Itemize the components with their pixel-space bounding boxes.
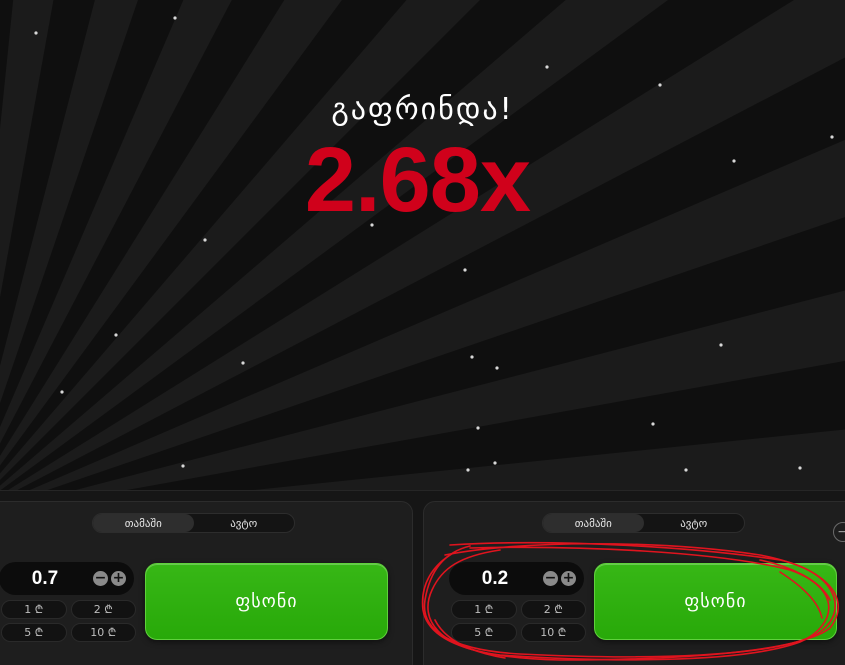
quick-bet-grid: 1 ₾ 2 ₾ 5 ₾ 10 ₾ bbox=[451, 600, 586, 642]
star-dot bbox=[181, 464, 185, 468]
increase-bet-button[interactable]: + bbox=[111, 571, 126, 586]
game-canvas: გაფრინდა! 2.68x bbox=[0, 0, 845, 490]
quick-bet-1-button[interactable]: 1 ₾ bbox=[1, 600, 67, 619]
crash-multiplier: 2.68x bbox=[304, 129, 531, 231]
star-dot bbox=[241, 361, 245, 365]
quick-bet-grid: 1 ₾ 2 ₾ 5 ₾ 10 ₾ bbox=[1, 600, 136, 642]
star-dot bbox=[114, 333, 118, 337]
tab-play[interactable]: თამაში bbox=[543, 514, 644, 532]
star-dot bbox=[495, 366, 499, 370]
quick-bet-1-button[interactable]: 1 ₾ bbox=[451, 600, 517, 619]
flew-away-label: გაფრინდა! bbox=[331, 92, 514, 127]
bet-amount-value: 0.7 bbox=[31, 568, 59, 589]
star-dot bbox=[798, 466, 802, 470]
star-dot bbox=[470, 355, 474, 359]
place-bet-button[interactable]: ფსონი bbox=[594, 563, 837, 640]
bet-amount-field[interactable]: 0.7 − + bbox=[0, 562, 134, 595]
bet-panel-1: თამაში ავტო 0.7 − + 1 ₾ 2 ₾ 5 ₾ 10 ₾ ფსო… bbox=[0, 501, 413, 665]
star-dot bbox=[651, 422, 655, 426]
quick-bet-10-button[interactable]: 10 ₾ bbox=[70, 623, 136, 642]
bet-amount-field[interactable]: 0.2 − + bbox=[449, 562, 584, 595]
increase-bet-button[interactable]: + bbox=[561, 571, 576, 586]
tab-play[interactable]: თამაში bbox=[93, 514, 194, 532]
decrease-bet-button[interactable]: − bbox=[543, 571, 558, 586]
tab-auto[interactable]: ავტო bbox=[194, 514, 295, 532]
quick-bet-5-button[interactable]: 5 ₾ bbox=[451, 623, 517, 642]
star-dot bbox=[719, 343, 723, 347]
remove-panel-icon[interactable]: − bbox=[833, 522, 845, 542]
decrease-bet-button[interactable]: − bbox=[93, 571, 108, 586]
mode-toggle: თამაში ავტო bbox=[542, 513, 745, 533]
quick-bet-5-button[interactable]: 5 ₾ bbox=[1, 623, 67, 642]
bet-controls-area: თამაში ავტო 0.7 − + 1 ₾ 2 ₾ 5 ₾ 10 ₾ ფსო… bbox=[0, 490, 845, 665]
star-dot bbox=[545, 65, 549, 69]
star-dot bbox=[658, 83, 662, 87]
star-dot bbox=[493, 461, 497, 465]
star-dot bbox=[476, 426, 480, 430]
star-dot bbox=[60, 390, 64, 394]
background-rays bbox=[0, 0, 845, 490]
star-dot bbox=[173, 16, 177, 20]
bet-amount-value: 0.2 bbox=[481, 568, 509, 589]
place-bet-button[interactable]: ფსონი bbox=[145, 563, 388, 640]
quick-bet-10-button[interactable]: 10 ₾ bbox=[520, 623, 586, 642]
star-dot bbox=[466, 468, 470, 472]
star-dot bbox=[684, 468, 688, 472]
star-dot bbox=[203, 238, 207, 242]
quick-bet-2-button[interactable]: 2 ₾ bbox=[520, 600, 586, 619]
star-dot bbox=[34, 31, 38, 35]
tab-auto[interactable]: ავტო bbox=[644, 514, 745, 532]
star-dot bbox=[463, 268, 467, 272]
quick-bet-2-button[interactable]: 2 ₾ bbox=[70, 600, 136, 619]
mode-toggle: თამაში ავტო bbox=[92, 513, 295, 533]
bet-panel-2: თამაში ავტო − 0.2 − + 1 ₾ 2 ₾ 5 ₾ 10 ₾ ფ… bbox=[423, 501, 845, 665]
